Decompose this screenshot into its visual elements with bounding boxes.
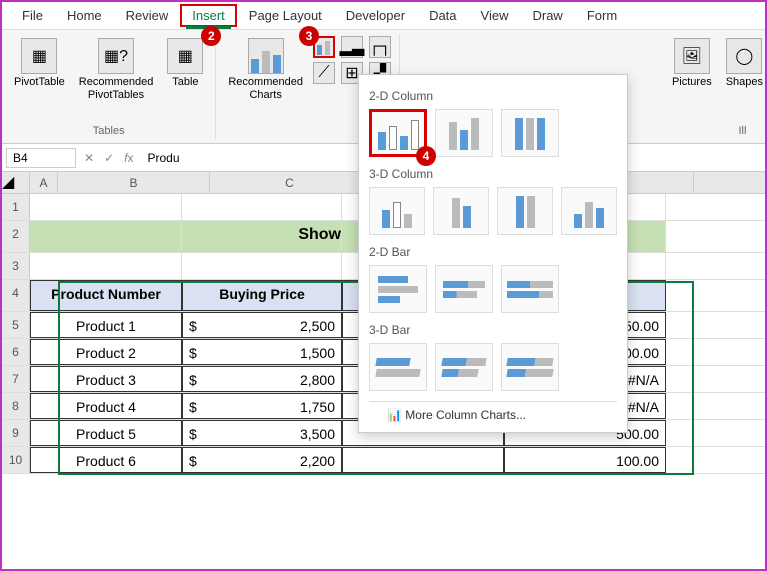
col-header-c[interactable]: C (210, 172, 370, 193)
recommended-pivottables-icon: ▦? (98, 38, 134, 74)
ribbon-group-illustrations: 🖼 Pictures ◯ Shapes ✿ Icons Ill (660, 34, 767, 139)
tab-file[interactable]: File (10, 4, 55, 27)
col-header-b[interactable]: B (58, 172, 210, 193)
confirm-icon[interactable]: ✓ (104, 151, 114, 165)
name-box[interactable]: B4 (6, 148, 76, 168)
tab-view[interactable]: View (469, 4, 521, 27)
cell[interactable] (342, 447, 504, 473)
clustered-column-option[interactable]: 4 (369, 109, 427, 157)
stacked100-bar-option[interactable] (501, 265, 559, 313)
shapes-button[interactable]: ◯ Shapes (722, 36, 767, 91)
group-label-illus: Ill (739, 123, 747, 137)
3d-stacked-bar-option[interactable] (435, 343, 493, 391)
select-all-corner[interactable]: ◢ (2, 172, 30, 193)
row-header[interactable]: 4 (2, 280, 30, 311)
section-2d-bar: 2-D Bar (369, 245, 617, 259)
tab-insert[interactable]: Insert (180, 4, 237, 27)
cell[interactable]: $1,500 (182, 339, 342, 365)
row-header[interactable]: 8 (2, 393, 30, 419)
cell[interactable]: 100.00 (504, 447, 666, 473)
cell[interactable]: $3,500 (182, 420, 342, 446)
cell[interactable]: Product 3 (30, 366, 182, 392)
cancel-icon[interactable]: ✕ (84, 151, 94, 165)
section-3d-bar: 3-D Bar (369, 323, 617, 337)
pictures-icon: 🖼 (674, 38, 710, 74)
tab-data[interactable]: Data (417, 4, 468, 27)
cell[interactable] (182, 253, 342, 279)
recommended-charts-icon (248, 38, 284, 74)
3d-stacked100-column-option[interactable] (497, 187, 553, 235)
table-button[interactable]: 2 ▦ Table (163, 36, 207, 91)
more-column-charts[interactable]: 📊 More Column Charts... (369, 401, 617, 422)
cell[interactable] (182, 194, 342, 220)
tab-formulas[interactable]: Form (575, 4, 629, 27)
cell[interactable]: Product 6 (30, 447, 182, 473)
table-icon: ▦ (167, 38, 203, 74)
3d-stacked-column-option[interactable] (433, 187, 489, 235)
recommended-charts-button[interactable]: Recommended Charts (224, 36, 307, 104)
stacked-column-option[interactable] (435, 109, 493, 157)
cell[interactable]: $2,200 (182, 447, 342, 473)
ribbon-group-tables: ▦ PivotTable ▦? Recommended PivotTables … (2, 34, 216, 139)
fx-icon[interactable]: fx (124, 151, 133, 165)
shapes-icon: ◯ (726, 38, 762, 74)
row-header[interactable]: 9 (2, 420, 30, 446)
tab-developer[interactable]: Developer (334, 4, 417, 27)
bar-chart-dropdown[interactable]: ▂▃ (341, 36, 363, 58)
row-header[interactable]: 1 (2, 194, 30, 220)
cell[interactable]: $2,800 (182, 366, 342, 392)
title-cell[interactable]: Show (182, 221, 342, 252)
tab-home[interactable]: Home (55, 4, 114, 27)
tab-review[interactable]: Review (114, 4, 181, 27)
row-header[interactable]: 2 (2, 221, 30, 252)
3d-column-option[interactable] (561, 187, 617, 235)
tab-draw[interactable]: Draw (520, 4, 574, 27)
pictures-button[interactable]: 🖼 Pictures (668, 36, 716, 91)
group-label-tables: Tables (93, 123, 125, 137)
cell[interactable] (30, 194, 182, 220)
column-chart-menu: 2-D Column 4 3-D Column 2-D Bar 3-D Bar … (358, 74, 628, 433)
hierarchy-chart-dropdown[interactable]: ┌┐ (369, 36, 391, 58)
3d-stacked100-bar-option[interactable] (501, 343, 559, 391)
header-product[interactable]: Product Number (30, 280, 182, 311)
row-header[interactable]: 5 (2, 312, 30, 338)
annotation-4: 4 (416, 146, 436, 166)
pivottable-button[interactable]: ▦ PivotTable (10, 36, 69, 91)
cell[interactable]: $1,750 (182, 393, 342, 419)
row-header[interactable]: 6 (2, 339, 30, 365)
recommended-pivottables-button[interactable]: ▦? Recommended PivotTables (75, 36, 158, 104)
tab-page-layout[interactable]: Page Layout (237, 4, 334, 27)
ribbon-tabs: File Home Review Insert Page Layout Deve… (2, 2, 765, 30)
header-buying[interactable]: Buying Price (182, 280, 342, 311)
cell[interactable]: Product 2 (30, 339, 182, 365)
3d-clustered-column-option[interactable] (369, 187, 425, 235)
row-header[interactable]: 3 (2, 253, 30, 279)
cell[interactable]: Product 5 (30, 420, 182, 446)
row-header[interactable]: 10 (2, 447, 30, 473)
stacked-bar-option[interactable] (435, 265, 493, 313)
pivottable-icon: ▦ (21, 38, 57, 74)
annotation-3: 3 (299, 26, 319, 46)
line-chart-dropdown[interactable]: ⟋ (313, 62, 335, 84)
cell[interactable] (30, 221, 182, 252)
cell[interactable]: $2,500 (182, 312, 342, 338)
cell[interactable]: Product 4 (30, 393, 182, 419)
clustered-bar-option[interactable] (369, 265, 427, 313)
row-header[interactable]: 7 (2, 366, 30, 392)
stacked100-column-option[interactable] (501, 109, 559, 157)
cell[interactable] (30, 253, 182, 279)
col-header-a[interactable]: A (30, 172, 58, 193)
section-3d-column: 3-D Column (369, 167, 617, 181)
section-2d-column: 2-D Column (369, 89, 617, 103)
cell[interactable]: Product 1 (30, 312, 182, 338)
3d-clustered-bar-option[interactable] (369, 343, 427, 391)
chart-icon: 📊 (387, 408, 402, 422)
